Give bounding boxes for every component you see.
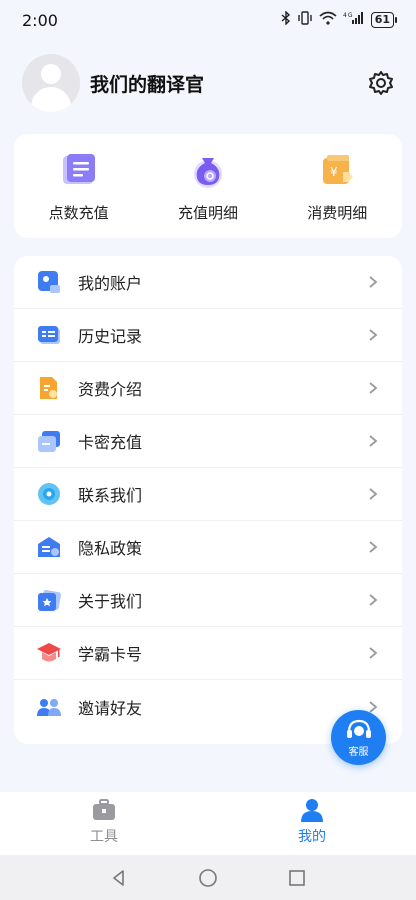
money-bag-icon — [188, 150, 228, 190]
menu-item-label: 我的账户 — [78, 274, 143, 293]
menu-item-label: 关于我们 — [78, 592, 143, 611]
status-bar: 2:00 4G 61 — [0, 0, 416, 40]
chevron-right-icon — [369, 435, 378, 447]
menu-item-label: 联系我们 — [78, 486, 143, 505]
menu-item-label: 历史记录 — [78, 327, 143, 346]
system-nav-bar — [0, 855, 416, 900]
about-icon — [36, 587, 62, 613]
quick-action-label: 消费明细 — [307, 203, 368, 222]
profile-name: 我们的翻译官 — [90, 73, 205, 96]
tab-tools[interactable]: 工具 — [0, 792, 208, 855]
menu-item-label: 隐私政策 — [78, 539, 143, 558]
recharge-points-icon — [59, 150, 99, 190]
tab-mine-label: 我的 — [298, 829, 326, 845]
signal-label: 4G — [343, 12, 353, 19]
settings-gear-icon[interactable] — [368, 70, 394, 96]
menu-item-about-us[interactable]: 关于我们 — [14, 574, 402, 627]
menu-item-contact-us[interactable]: 联系我们 — [14, 468, 402, 521]
tab-tools-label: 工具 — [90, 829, 118, 845]
headset-icon — [346, 719, 371, 738]
chevron-right-icon — [369, 276, 378, 288]
chevron-right-icon — [369, 541, 378, 553]
menu-item-history[interactable]: 历史记录 — [14, 309, 402, 362]
avatar-body — [31, 87, 71, 112]
menu-item-label: 卡密充值 — [78, 433, 143, 452]
account-icon — [36, 269, 62, 295]
chevron-right-icon — [369, 647, 378, 659]
recents-icon[interactable] — [288, 869, 306, 887]
menu-item-pricing[interactable]: 资费介绍 — [14, 362, 402, 415]
customer-service-button[interactable]: 客服 — [331, 710, 386, 765]
toolbox-icon — [93, 799, 115, 820]
menu-item-my-account[interactable]: 我的账户 — [14, 256, 402, 309]
quick-action-label: 点数充值 — [48, 203, 109, 222]
back-icon[interactable] — [110, 869, 128, 887]
pricing-doc-icon — [36, 375, 62, 401]
history-icon — [36, 322, 62, 348]
avatar[interactable] — [22, 54, 80, 112]
wallet-icon: ¥ — [317, 150, 357, 190]
customer-service-label: 客服 — [348, 746, 369, 758]
quick-actions-card: 点数充值 充值明细 ¥ 消费明细 — [14, 134, 402, 238]
privacy-icon — [36, 534, 62, 560]
person-icon — [301, 799, 323, 822]
profile-header: 我们的翻译官 — [22, 54, 394, 112]
status-time: 2:00 — [22, 10, 58, 30]
menu-item-student-card[interactable]: 学霸卡号 — [14, 627, 402, 680]
avatar-head — [41, 64, 61, 84]
card-recharge-icon — [36, 428, 62, 454]
bottom-tab-bar: 工具 我的 — [0, 792, 416, 855]
menu-item-privacy-policy[interactable]: 隐私政策 — [14, 521, 402, 574]
wifi-icon — [319, 11, 337, 29]
quick-action-recharge-points[interactable]: 点数充值 — [19, 150, 139, 223]
quick-action-consumption-details[interactable]: ¥ 消费明细 — [277, 150, 397, 223]
invite-friends-icon — [36, 694, 62, 720]
bluetooth-icon — [281, 10, 291, 29]
battery-indicator: 61 — [370, 12, 398, 28]
chevron-right-icon — [369, 382, 378, 394]
chevron-right-icon — [369, 594, 378, 606]
home-icon[interactable] — [198, 868, 218, 888]
signal-icon: 4G — [343, 11, 365, 29]
menu-item-label: 学霸卡号 — [78, 645, 143, 664]
contact-icon — [36, 481, 62, 507]
menu-item-label: 邀请好友 — [78, 698, 143, 718]
menu-item-label: 资费介绍 — [78, 380, 143, 399]
tab-mine[interactable]: 我的 — [208, 792, 416, 855]
svg-text:¥: ¥ — [330, 165, 338, 179]
vibrate-icon — [297, 11, 313, 29]
menu-card: 我的账户 历史记录 资费介绍 卡密充值 联系我们 隐私政策 关于我们 学霸卡号 … — [14, 256, 402, 744]
chevron-right-icon — [369, 329, 378, 341]
quick-action-label: 充值明细 — [177, 203, 238, 222]
chevron-right-icon — [369, 488, 378, 500]
quick-action-recharge-details[interactable]: 充值明细 — [148, 150, 268, 223]
menu-item-card-recharge[interactable]: 卡密充值 — [14, 415, 402, 468]
graduation-cap-icon — [36, 640, 62, 666]
status-icons: 4G 61 — [281, 10, 398, 29]
